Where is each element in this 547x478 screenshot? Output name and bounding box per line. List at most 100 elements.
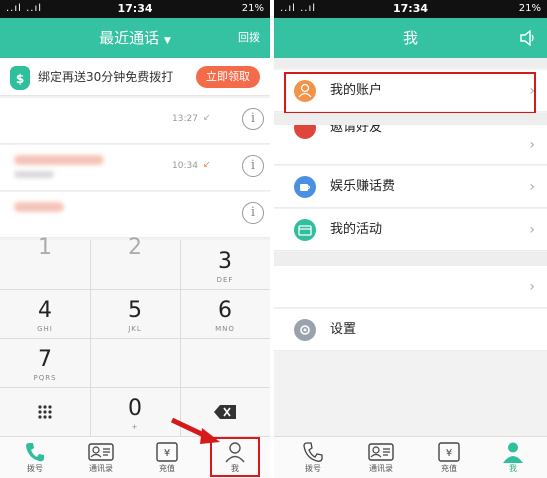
tab-contacts[interactable]: 通讯录 bbox=[350, 437, 412, 478]
blurred-number bbox=[14, 202, 64, 212]
title-bar: 我 bbox=[274, 18, 547, 58]
tab-label: 通讯录 bbox=[89, 464, 113, 473]
recharge-yuan-icon: ¥ bbox=[438, 442, 460, 462]
blurred-location bbox=[14, 171, 54, 178]
key-digit: 6 bbox=[218, 298, 232, 323]
key-digit: 1 bbox=[38, 235, 52, 260]
section-gap bbox=[274, 252, 547, 266]
menu-item-earn-credit[interactable]: 娱乐赚话费 › bbox=[274, 166, 547, 208]
red-arrow-icon bbox=[170, 417, 220, 444]
tab-dial[interactable]: 拨号 bbox=[282, 437, 344, 478]
contacts-card-icon bbox=[88, 443, 114, 461]
tab-label: 充值 bbox=[159, 464, 175, 473]
missed-call-icon: ↙ bbox=[203, 160, 211, 170]
gear-icon bbox=[294, 319, 316, 341]
grid-dots-icon bbox=[38, 405, 52, 419]
key-digit: 4 bbox=[38, 298, 52, 323]
key-digit: 5 bbox=[128, 298, 142, 323]
section-gap bbox=[274, 113, 547, 125]
recent-calls-title-button[interactable]: 最近通话 ▼ bbox=[0, 18, 270, 61]
dial-key-1[interactable]: 1 bbox=[0, 226, 90, 275]
key-digit: 7 bbox=[38, 347, 52, 372]
tab-contacts[interactable]: 通讯录 bbox=[70, 437, 132, 478]
battery-level: 21% bbox=[518, 3, 541, 14]
key-letters: DEF bbox=[216, 276, 234, 284]
tab-label: 充值 bbox=[441, 464, 457, 473]
status-bar: ..ıl ..ıl 17:34 21% bbox=[0, 0, 270, 18]
person-filled-icon bbox=[503, 442, 523, 463]
key-letters: PQRS bbox=[33, 374, 57, 382]
coffee-cup-icon bbox=[294, 176, 316, 198]
dialer-screen: ..ıl ..ıl 17:34 21% 最近通话 ▼ 回拨 $ 绑定再送30分钟… bbox=[0, 0, 270, 478]
menu-label: 设置 bbox=[330, 322, 357, 337]
dial-key-6[interactable]: 6 MNO bbox=[180, 289, 270, 338]
call-time: 10:34 bbox=[172, 161, 198, 171]
redial-button[interactable]: 回拨 bbox=[238, 18, 260, 58]
bottom-tab-bar: 拨号 通讯录 ¥ 充值 我 bbox=[274, 436, 547, 478]
chevron-right-icon: › bbox=[529, 137, 535, 153]
chevron-right-icon: › bbox=[529, 279, 535, 295]
dial-key-3[interactable]: 3 DEF bbox=[180, 240, 270, 289]
key-digit: 3 bbox=[218, 249, 232, 274]
claim-now-button[interactable]: 立即领取 bbox=[196, 66, 260, 88]
section-gap bbox=[274, 58, 547, 68]
dial-key-2[interactable]: 2 bbox=[90, 226, 180, 275]
store-icon bbox=[294, 219, 316, 241]
tab-label: 我 bbox=[509, 464, 517, 473]
tab-recharge[interactable]: ¥ 充值 bbox=[418, 437, 480, 478]
call-log-row[interactable]: 13:27 ↙ i bbox=[0, 98, 270, 144]
dial-key-0[interactable]: 0 + bbox=[90, 387, 180, 436]
call-time: 13:27 bbox=[172, 114, 198, 124]
dial-key-4[interactable]: 4 GHI bbox=[0, 289, 90, 338]
key-letters: GHI bbox=[37, 325, 53, 333]
dial-pad: 1 2 3DEF 4GHI 5JKL 6MNO 7PQRS 8 9 0+ bbox=[0, 235, 270, 436]
menu-label: 娱乐赚话费 bbox=[330, 179, 396, 194]
info-icon[interactable]: i bbox=[242, 108, 264, 130]
info-icon[interactable]: i bbox=[242, 155, 264, 177]
battery-level: 21% bbox=[241, 3, 264, 14]
status-bar: ..ıl ..ıl 17:34 21% bbox=[274, 0, 547, 18]
status-time: 17:34 bbox=[117, 2, 153, 15]
tab-dial[interactable]: 拨号 bbox=[4, 437, 66, 478]
empty-area bbox=[274, 352, 547, 436]
key-digit: 9 bbox=[180, 346, 270, 374]
promo-text: 绑定再送30分钟免费拨打 bbox=[38, 70, 174, 84]
page-title: 最近通话 bbox=[99, 29, 160, 47]
menu-item-blank[interactable]: › bbox=[274, 266, 547, 308]
key-letters: MNO bbox=[215, 325, 235, 333]
profile-screen: ..ıl ..ıl 17:34 21% 我 我的账户 › 邀请好友 › 娱乐赚话… bbox=[274, 0, 547, 478]
status-time: 17:34 bbox=[392, 2, 428, 15]
phone-outline-icon bbox=[303, 442, 323, 462]
blurred-number bbox=[14, 155, 104, 165]
menu-item-settings[interactable]: 设置 bbox=[274, 309, 547, 351]
keypad-toggle-button[interactable] bbox=[0, 387, 90, 436]
dial-key-5[interactable]: 5 JKL bbox=[90, 289, 180, 338]
money-bag-icon: $ bbox=[10, 66, 30, 90]
title-bar: 最近通话 ▼ 回拨 bbox=[0, 18, 270, 58]
highlight-box bbox=[284, 72, 536, 114]
page-title: 我 bbox=[402, 29, 418, 47]
contacts-card-icon bbox=[368, 443, 394, 461]
call-log-row[interactable]: 10:34 ↙ i bbox=[0, 145, 270, 191]
menu-item-my-activities[interactable]: 我的活动 › bbox=[274, 209, 547, 251]
invite-gift-icon bbox=[294, 125, 316, 139]
info-icon[interactable]: i bbox=[242, 202, 264, 224]
key-letters: + bbox=[131, 423, 139, 431]
incoming-call-icon: ↙ bbox=[203, 113, 211, 123]
tab-label: 拨号 bbox=[305, 464, 321, 473]
tab-label: 通讯录 bbox=[369, 464, 393, 473]
chevron-right-icon: › bbox=[529, 222, 535, 238]
menu-label: 我的活动 bbox=[330, 222, 383, 237]
promo-banner[interactable]: $ 绑定再送30分钟免费拨打 立即领取 bbox=[0, 58, 270, 96]
key-digit: 8 bbox=[90, 346, 180, 374]
svg-text:¥: ¥ bbox=[446, 448, 452, 459]
dial-key-7[interactable]: 7 PQRS bbox=[0, 338, 90, 387]
key-digit: 2 bbox=[128, 235, 142, 260]
key-digit: 0 bbox=[128, 396, 142, 421]
speaker-icon[interactable] bbox=[519, 30, 537, 46]
menu-label: 邀请好友 bbox=[330, 125, 383, 135]
menu-item-invite-friends[interactable]: 邀请好友 › bbox=[274, 125, 547, 165]
tab-me[interactable]: 我 bbox=[482, 437, 544, 478]
chevron-right-icon: › bbox=[529, 179, 535, 195]
phone-icon bbox=[26, 443, 44, 462]
